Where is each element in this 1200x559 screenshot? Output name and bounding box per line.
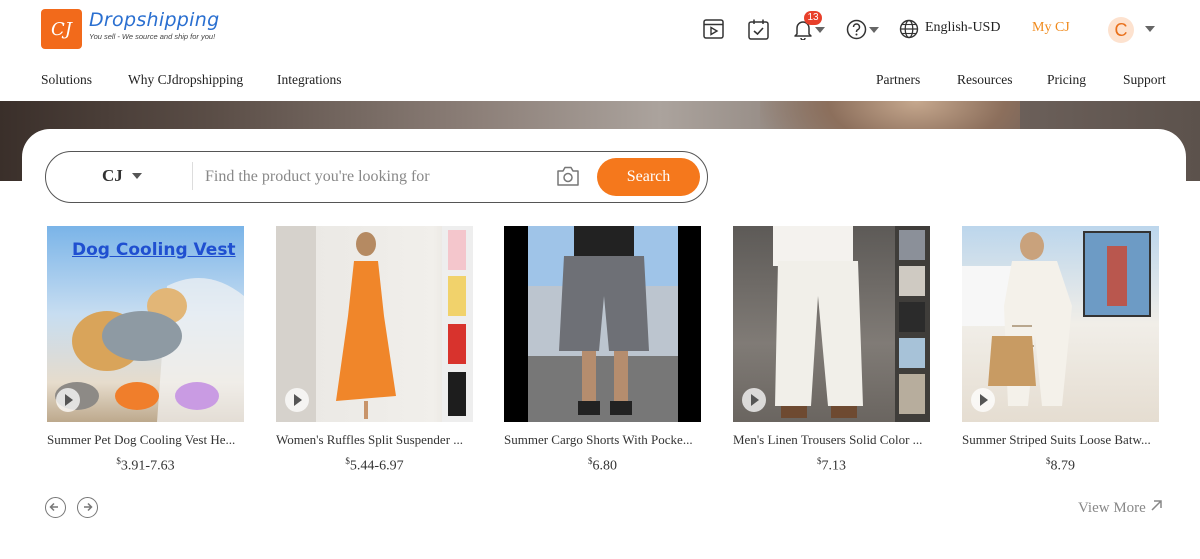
logo-mark: CJ <box>41 9 82 49</box>
my-cj-link[interactable]: My CJ <box>1032 20 1070 36</box>
chevron-down-icon[interactable] <box>815 27 825 33</box>
product-price: $5.44-6.97 <box>345 456 404 474</box>
product-image[interactable]: Dog Cooling Vest <box>47 226 244 422</box>
product-price: $6.80 <box>588 456 617 474</box>
product-image[interactable] <box>276 226 473 422</box>
language-selector[interactable]: English-USD <box>925 20 1000 36</box>
notification-badge: 13 <box>804 11 822 25</box>
product-title[interactable]: Summer Cargo Shorts With Pocke... <box>504 432 701 448</box>
product-card[interactable]: Men's Linen Trousers Solid Color ... $7.… <box>733 226 930 475</box>
play-icon[interactable] <box>285 388 309 412</box>
logo-name: Dropshipping <box>89 9 220 31</box>
logo-tagline: You sell - We source and ship for you! <box>89 32 216 41</box>
play-icon[interactable] <box>971 388 995 412</box>
chevron-down-icon[interactable] <box>869 27 879 33</box>
task-check-icon[interactable] <box>747 18 769 40</box>
nav-support[interactable]: Support <box>1123 72 1166 88</box>
panel-curve <box>690 129 1200 181</box>
product-card[interactable]: Summer Striped Suits Loose Batw... $8.79 <box>962 226 1159 475</box>
logo[interactable]: CJ Dropshipping You sell - We source and… <box>41 9 219 49</box>
play-icon[interactable] <box>56 388 80 412</box>
product-title[interactable]: Summer Striped Suits Loose Batw... <box>962 432 1159 448</box>
nav-resources[interactable]: Resources <box>957 72 1012 88</box>
view-more-link[interactable]: View More <box>1078 499 1163 517</box>
arrow-right-icon[interactable] <box>77 497 98 518</box>
nav-why-cj[interactable]: Why CJdropshipping <box>128 72 243 88</box>
product-image-text: Dog Cooling Vest <box>72 240 236 260</box>
search-scope[interactable]: CJ <box>102 166 123 186</box>
arrow-left-icon[interactable] <box>45 497 66 518</box>
video-icon[interactable] <box>702 18 724 40</box>
avatar[interactable]: C <box>1108 17 1134 43</box>
product-title[interactable]: Men's Linen Trousers Solid Color ... <box>733 432 930 448</box>
product-image[interactable] <box>733 226 930 422</box>
nav-solutions[interactable]: Solutions <box>41 72 92 88</box>
chevron-down-icon[interactable] <box>1145 26 1155 32</box>
divider <box>192 162 193 190</box>
product-image[interactable] <box>504 226 701 422</box>
product-price: $8.79 <box>1046 456 1075 474</box>
search-button[interactable]: Search <box>597 158 700 196</box>
product-title[interactable]: Women's Ruffles Split Suspender ... <box>276 432 473 448</box>
product-price: $3.91-7.63 <box>116 456 175 474</box>
search-input[interactable] <box>205 163 545 191</box>
camera-icon[interactable] <box>556 165 580 187</box>
nav-integrations[interactable]: Integrations <box>277 72 341 88</box>
product-card[interactable]: Summer Cargo Shorts With Pocke... $6.80 <box>504 226 701 475</box>
help-icon[interactable] <box>845 18 867 40</box>
product-price: $7.13 <box>817 456 846 474</box>
play-icon[interactable] <box>742 388 766 412</box>
arrow-up-right-icon <box>1151 500 1162 511</box>
globe-icon[interactable] <box>898 18 920 40</box>
chevron-down-icon[interactable] <box>132 173 142 179</box>
product-title[interactable]: Summer Pet Dog Cooling Vest He... <box>47 432 244 448</box>
product-card[interactable]: Dog Cooling Vest Summer Pet Dog Cooling … <box>47 226 244 475</box>
nav-partners[interactable]: Partners <box>876 72 920 88</box>
product-card[interactable]: Women's Ruffles Split Suspender ... $5.4… <box>276 226 473 475</box>
product-image[interactable] <box>962 226 1159 422</box>
top-header: CJ Dropshipping You sell - We source and… <box>0 0 1200 60</box>
nav-pricing[interactable]: Pricing <box>1047 72 1086 88</box>
